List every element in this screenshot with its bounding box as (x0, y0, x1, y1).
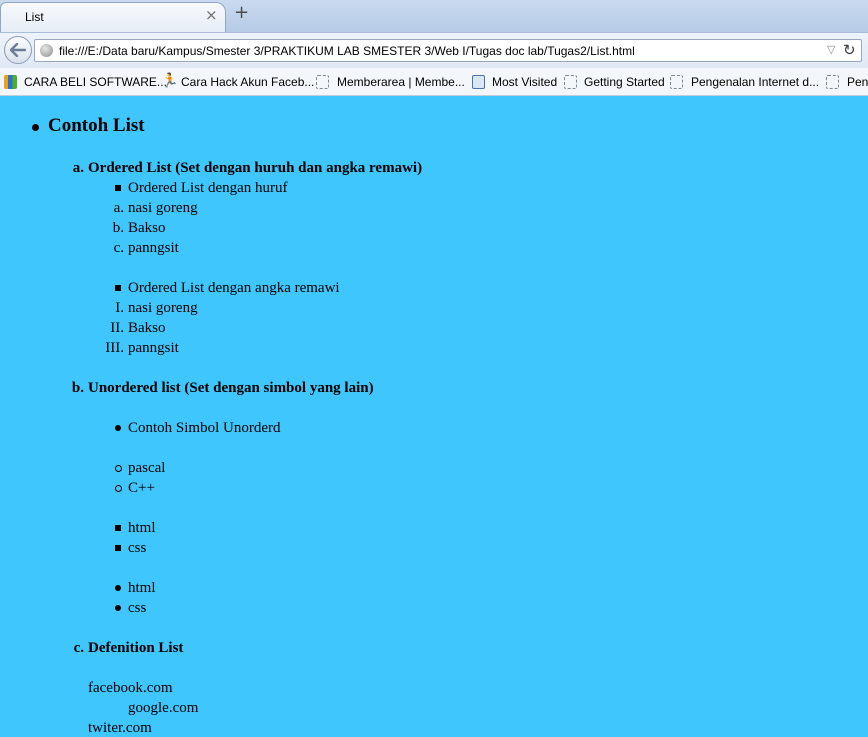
disc-marker (115, 585, 121, 591)
dropdown-arrow-icon[interactable]: ▽ (827, 43, 835, 56)
list-label: Ordered List dengan angka remawi (128, 280, 340, 296)
list-item: C++ (128, 480, 155, 496)
square-marker (115, 545, 121, 551)
section-a-heading: Ordered List (Set dengan huruh dan angka… (88, 160, 423, 176)
list-item: css (128, 540, 147, 556)
page-content: Contoh List a. Ordered List (Set dengan … (0, 96, 868, 737)
address-bar[interactable]: file:///E:/Data baru/Kampus/Smester 3/PR… (34, 39, 862, 62)
circle-marker (115, 465, 122, 472)
disc-marker (115, 605, 121, 611)
list-item: Bakso (128, 320, 166, 336)
tab-title: List (25, 10, 44, 24)
definition-description: google.com (128, 700, 199, 716)
bookmarks-toolbar: CARA BELI SOFTWARE... 🏃 Cara Hack Akun F… (0, 68, 868, 96)
reload-icon[interactable]: ↻ (843, 41, 856, 59)
section-c-marker: c. (73, 640, 84, 656)
list-item: pascal (128, 460, 166, 476)
list-marker: a. (113, 200, 124, 216)
section-b-heading: Unordered list (Set dengan simbol yang l… (88, 380, 374, 396)
url-text: file:///E:/Data baru/Kampus/Smester 3/PR… (59, 44, 635, 58)
bookmark-item[interactable]: Most Visited (492, 75, 557, 89)
disc-marker (115, 425, 121, 431)
bookmark-item[interactable]: Cara Hack Akun Faceb... (181, 75, 314, 89)
circle-marker (115, 485, 122, 492)
square-marker (115, 185, 121, 191)
bullet-marker (32, 124, 39, 131)
section-c-heading: Defenition List (88, 640, 184, 656)
bookmark-item[interactable]: Memberarea | Membe... (337, 75, 465, 89)
section-a-marker: a. (72, 160, 84, 176)
list-label: Contoh Simbol Unorderd (128, 420, 281, 436)
runner-icon: 🏃 (161, 73, 179, 89)
new-tab-button[interactable]: + (234, 4, 249, 22)
page-icon (670, 75, 683, 89)
list-item: panngsit (128, 240, 179, 256)
square-marker (115, 525, 121, 531)
definition-term: facebook.com (88, 680, 173, 696)
flag-icon (4, 75, 17, 89)
list-marker: III. (105, 340, 124, 356)
list-item: Bakso (128, 220, 166, 236)
globe-icon (40, 44, 53, 57)
square-marker (115, 285, 121, 291)
list-label: Ordered List dengan huruf (128, 180, 288, 196)
page-icon (826, 75, 839, 89)
list-marker: b. (112, 220, 124, 236)
bookmark-item[interactable]: CARA BELI SOFTWARE... (24, 75, 167, 89)
definition-term: twiter.com (88, 720, 152, 736)
navigation-bar: file:///E:/Data baru/Kampus/Smester 3/PR… (0, 32, 868, 68)
bookmark-item[interactable]: Pengenalan Internet d... (691, 75, 819, 89)
bookmark-item[interactable]: Getting Started (584, 75, 665, 89)
bookmark-item[interactable]: Pen (847, 75, 868, 89)
close-tab-icon[interactable]: × (205, 8, 218, 23)
search-icon (472, 75, 485, 89)
page-icon (316, 75, 329, 89)
tab-list[interactable]: List × (0, 2, 226, 32)
list-item: panngsit (128, 340, 179, 356)
list-marker: II. (110, 320, 124, 336)
list-marker: c. (113, 240, 124, 256)
list-item: html (128, 580, 156, 596)
section-b-marker: b. (71, 380, 84, 396)
page-icon (564, 75, 577, 89)
back-arrow-icon (10, 43, 26, 57)
list-item: css (128, 600, 147, 616)
list-marker: I. (115, 300, 124, 316)
list-item: nasi goreng (128, 200, 198, 216)
list-item: nasi goreng (128, 300, 198, 316)
list-item: html (128, 520, 156, 536)
page-title: Contoh List (48, 115, 145, 136)
back-button[interactable] (4, 36, 32, 64)
tab-strip: List × + (0, 0, 868, 32)
